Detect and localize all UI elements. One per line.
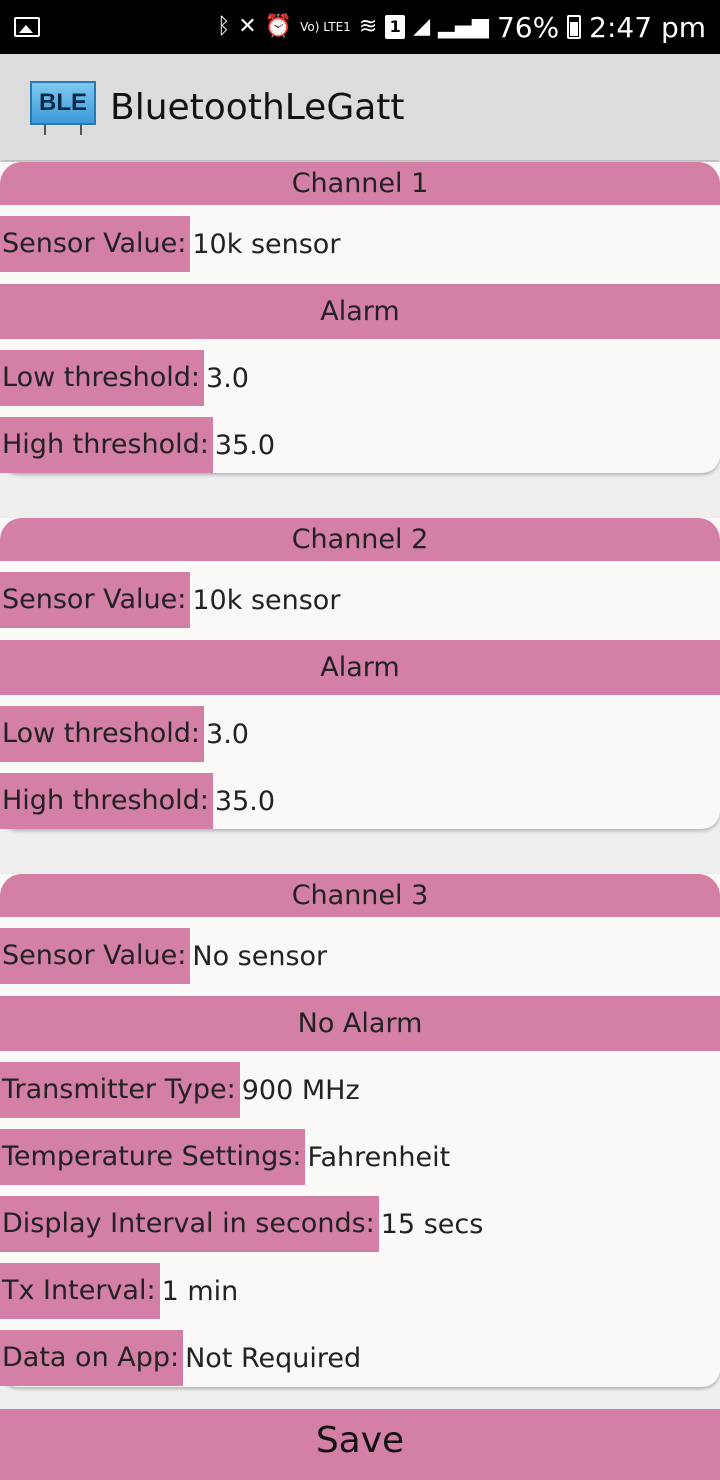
ble-app-icon: BLE	[30, 81, 96, 135]
high-threshold-label: High threshold:	[0, 417, 213, 473]
alarm-icon: ⏰	[264, 14, 293, 39]
wifi-icon: ≋	[358, 14, 378, 39]
battery-icon	[567, 15, 582, 39]
sensor-value[interactable]: 10k sensor	[190, 229, 340, 260]
transmitter-type-row: Transmitter Type: 900 MHz	[0, 1062, 360, 1118]
channel-1-header: Channel 1	[0, 162, 720, 205]
channel-2-card: Channel 2 Sensor Value: 10k sensor Alarm…	[0, 518, 720, 829]
temperature-settings-value[interactable]: Fahrenheit	[305, 1142, 450, 1173]
save-button[interactable]: Save	[0, 1409, 720, 1480]
signal-icon: ◢	[413, 14, 431, 39]
sensor-value-label: Sensor Value:	[0, 572, 191, 628]
channel-1-high-threshold-row: High threshold: 35.0	[0, 417, 275, 473]
display-interval-value[interactable]: 15 secs	[379, 1209, 484, 1240]
temperature-settings-row: Temperature Settings: Fahrenheit	[0, 1129, 450, 1185]
display-interval-row: Display Interval in seconds: 15 secs	[0, 1196, 483, 1252]
low-threshold-value[interactable]: 3.0	[204, 719, 249, 750]
data-on-app-row: Data on App: Not Required	[0, 1330, 361, 1386]
display-interval-label: Display Interval in seconds:	[0, 1196, 379, 1252]
channel-2-high-threshold-row: High threshold: 35.0	[0, 773, 275, 829]
channel-2-header: Channel 2	[0, 518, 720, 561]
volte-lte-label: Vo) LTE1	[300, 20, 351, 34]
status-bar: ᛒ ✕ ⏰ Vo) LTE1 ≋ 1 ◢ ▂▄▆ 76% 2:47 pm	[0, 0, 720, 54]
sensor-value-label: Sensor Value:	[0, 216, 191, 272]
high-threshold-value[interactable]: 35.0	[213, 430, 275, 461]
temperature-settings-label: Temperature Settings:	[0, 1129, 306, 1185]
sensor-value[interactable]: 10k sensor	[190, 585, 340, 616]
channel-1-alarm-header: Alarm	[0, 284, 720, 339]
signal-bars-icon: ▂▄▆	[438, 14, 489, 39]
channel-3-card: Channel 3 Sensor Value: No sensor No Ala…	[0, 874, 720, 1387]
channel-1-low-threshold-row: Low threshold: 3.0	[0, 350, 249, 406]
channel-3-alarm-header: No Alarm	[0, 996, 720, 1051]
sim-indicator: 1	[385, 15, 406, 39]
high-threshold-label: High threshold:	[0, 773, 213, 829]
channel-3-sensor-row: Sensor Value: No sensor	[0, 928, 327, 984]
app-title: BluetoothLeGatt	[110, 86, 405, 128]
data-on-app-label: Data on App:	[0, 1330, 184, 1386]
tx-interval-row: Tx Interval: 1 min	[0, 1263, 238, 1319]
sensor-value[interactable]: No sensor	[190, 941, 327, 972]
transmitter-type-label: Transmitter Type:	[0, 1062, 240, 1118]
low-threshold-label: Low threshold:	[0, 706, 205, 762]
tx-interval-label: Tx Interval:	[0, 1263, 160, 1319]
transmitter-type-value[interactable]: 900 MHz	[240, 1075, 360, 1106]
channel-2-alarm-header: Alarm	[0, 640, 720, 695]
channel-3-header: Channel 3	[0, 874, 720, 917]
gallery-notification-icon	[14, 17, 40, 37]
vibrate-mute-icon: ✕	[238, 14, 257, 39]
high-threshold-value[interactable]: 35.0	[213, 786, 275, 817]
channel-2-sensor-row: Sensor Value: 10k sensor	[0, 572, 340, 628]
app-logo-text: BLE	[30, 81, 96, 125]
tx-interval-value[interactable]: 1 min	[160, 1276, 239, 1307]
battery-percent: 76%	[496, 10, 560, 44]
app-bar: BLE BluetoothLeGatt	[0, 54, 720, 160]
clock: 2:47 pm	[589, 10, 706, 44]
bluetooth-icon: ᛒ	[217, 14, 231, 39]
low-threshold-value[interactable]: 3.0	[204, 363, 249, 394]
channel-1-card: Channel 1 Sensor Value: 10k sensor Alarm…	[0, 162, 720, 473]
channel-1-sensor-row: Sensor Value: 10k sensor	[0, 216, 340, 272]
low-threshold-label: Low threshold:	[0, 350, 205, 406]
sensor-value-label: Sensor Value:	[0, 928, 191, 984]
channel-2-low-threshold-row: Low threshold: 3.0	[0, 706, 249, 762]
data-on-app-value[interactable]: Not Required	[183, 1343, 361, 1374]
